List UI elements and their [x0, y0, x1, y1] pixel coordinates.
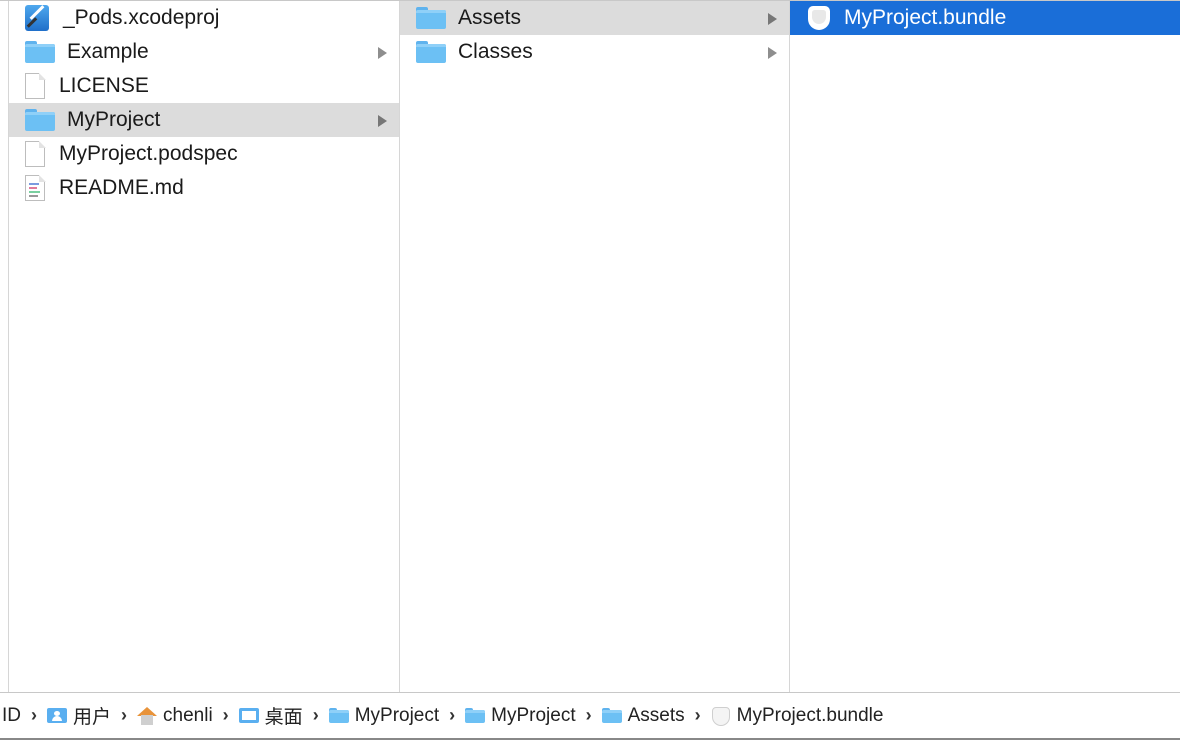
path-crumb-desktop[interactable]: 桌面	[238, 702, 303, 729]
user-folder-icon	[47, 708, 67, 723]
crumb-label: chenli	[163, 704, 213, 726]
crumb-label: ID	[2, 704, 21, 726]
column-browser: _Pods.xcodeproj Example LICENSE MyProjec…	[0, 0, 1180, 693]
document-icon	[25, 140, 47, 168]
crumb-label: MyProject	[491, 704, 576, 726]
path-separator: ›	[222, 705, 229, 725]
folder-icon	[416, 7, 446, 29]
file-name: LICENSE	[59, 74, 149, 97]
path-crumb-truncated[interactable]: ID	[2, 705, 21, 727]
path-separator: ›	[585, 705, 592, 725]
path-bar: ID › 用户 › chenli › 桌面 › MyProject › MyPr…	[0, 692, 1180, 740]
disclosure-arrow-icon	[378, 47, 387, 59]
path-separator: ›	[31, 705, 37, 725]
file-row-myproject[interactable]: MyProject	[9, 103, 399, 137]
crumb-label: MyProject.bundle	[736, 704, 884, 726]
disclosure-arrow-icon	[768, 13, 777, 25]
crumb-label: Assets	[627, 704, 685, 726]
path-crumb-bundle[interactable]: MyProject.bundle	[711, 704, 884, 727]
crumb-label: MyProject	[354, 704, 440, 726]
file-row-podspec[interactable]: MyProject.podspec	[9, 137, 399, 171]
path-crumb-home[interactable]: chenli	[137, 705, 213, 727]
path-crumb-myproject-root[interactable]: MyProject	[328, 704, 440, 727]
file-name: Assets	[458, 6, 522, 29]
desktop-icon	[238, 708, 259, 723]
document-icon	[25, 72, 47, 100]
file-name: README.md	[59, 176, 184, 199]
folder-icon	[25, 41, 55, 63]
file-name: MyProject.bundle	[844, 6, 1007, 29]
disclosure-arrow-icon	[378, 115, 387, 127]
file-name: Classes	[458, 40, 533, 63]
file-row-example[interactable]: Example	[9, 35, 399, 69]
column-assets[interactable]: MyProject.bundle	[790, 1, 1180, 693]
file-row-readme[interactable]: README.md	[9, 171, 399, 205]
bundle-icon	[806, 5, 832, 31]
folder-icon	[328, 708, 349, 723]
markdown-document-icon	[25, 174, 47, 202]
path-crumb-users[interactable]: 用户	[47, 702, 111, 729]
path-separator: ›	[121, 705, 128, 725]
folder-icon	[25, 109, 55, 131]
xcode-project-icon	[25, 4, 51, 32]
path-separator: ›	[449, 705, 456, 725]
path-separator: ›	[312, 705, 319, 725]
file-name: MyProject.podspec	[59, 142, 238, 165]
file-row-pods-xcodeproj[interactable]: _Pods.xcodeproj	[9, 1, 399, 35]
file-row-myproject-bundle[interactable]: MyProject.bundle	[790, 1, 1180, 35]
home-icon	[137, 706, 158, 725]
folder-icon	[416, 41, 446, 63]
folder-icon	[601, 708, 622, 723]
path-separator: ›	[694, 705, 701, 725]
folder-icon	[465, 708, 486, 723]
path-crumb-myproject[interactable]: MyProject	[465, 704, 576, 727]
file-row-classes[interactable]: Classes	[400, 35, 789, 69]
crumb-label: 桌面	[264, 707, 303, 728]
file-name: Example	[67, 40, 149, 63]
disclosure-arrow-icon	[768, 47, 777, 59]
crumb-label: 用户	[73, 707, 112, 728]
file-name: _Pods.xcodeproj	[63, 6, 220, 29]
file-row-assets[interactable]: Assets	[400, 1, 789, 35]
file-row-license[interactable]: LICENSE	[9, 69, 399, 103]
column-root[interactable]: _Pods.xcodeproj Example LICENSE MyProjec…	[8, 1, 400, 693]
bundle-icon	[711, 706, 731, 726]
column-myproject[interactable]: Assets Classes	[400, 1, 790, 693]
path-crumb-assets[interactable]: Assets	[601, 704, 685, 727]
file-name: MyProject	[67, 108, 161, 131]
